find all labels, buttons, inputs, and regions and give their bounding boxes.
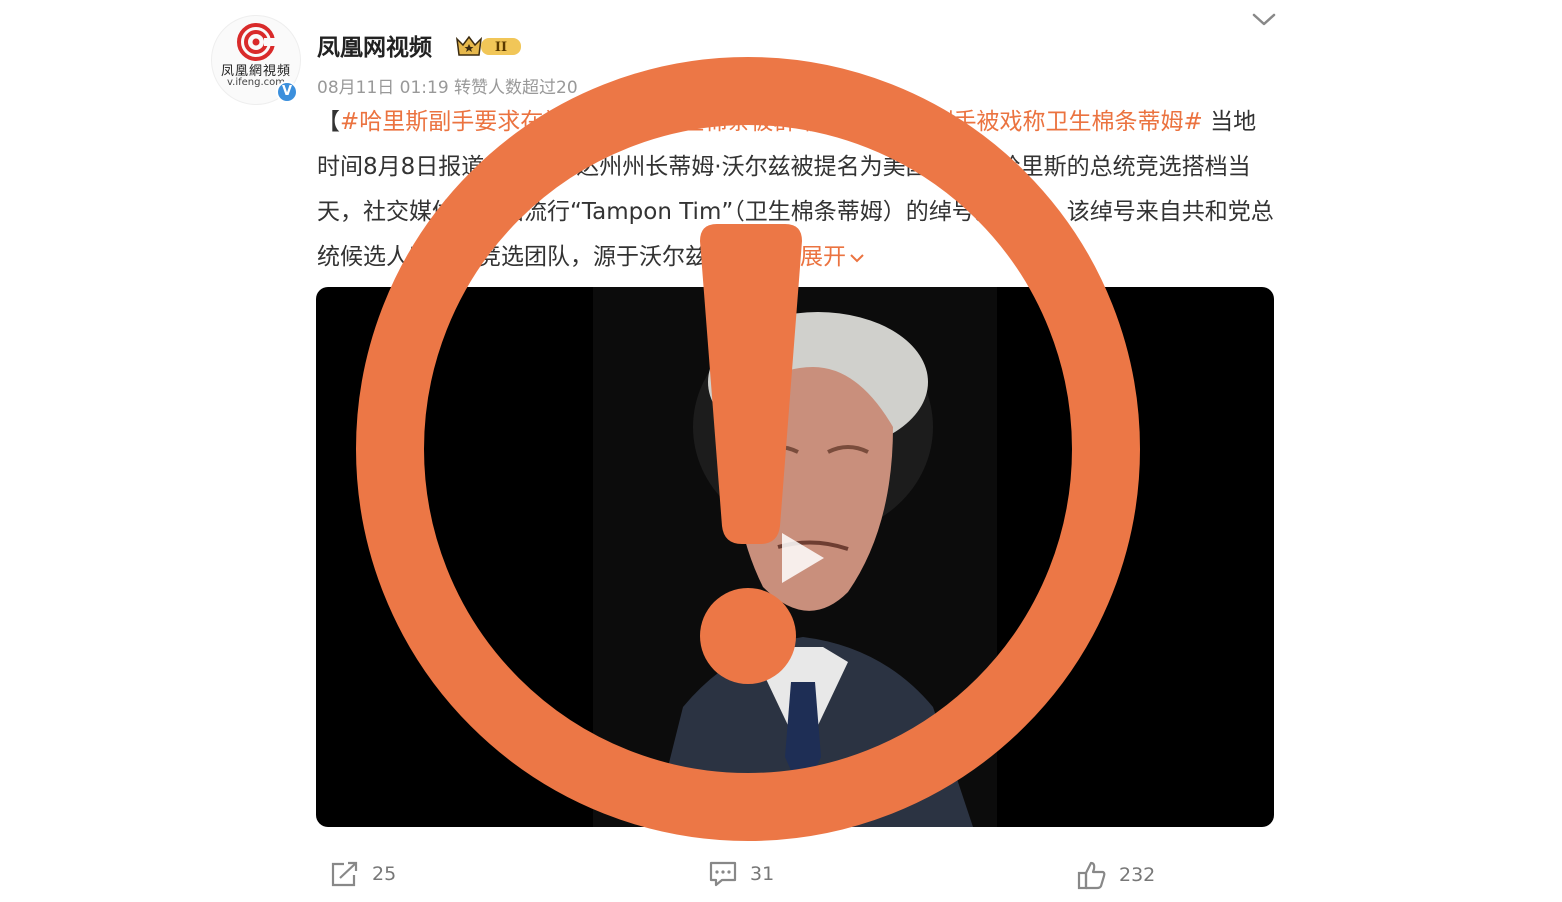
comment-button[interactable]: 31 (708, 860, 774, 888)
post-meta: 08月11日 01:19 转赞人数超过20 (317, 78, 578, 98)
expand-label: 展开 (800, 244, 846, 270)
action-bar: 25 31 232 (0, 850, 1562, 902)
like-icon (1077, 861, 1106, 890)
like-count: 232 (1119, 864, 1156, 886)
bracket-open: 【 (317, 109, 340, 135)
expand-chevron-icon (850, 253, 864, 262)
comment-icon (709, 861, 737, 887)
user-name[interactable]: 凤凰网视频 (317, 28, 432, 62)
topic-tag-1-rest[interactable]: 学校男厕放卫生棉条被群嘲 (543, 109, 819, 135)
vip-badge-icon: II (455, 35, 521, 56)
chevron-down-icon[interactable] (1250, 8, 1278, 30)
topic-tag-2[interactable]: #哈里斯副手被戏称卫生棉条蒂姆# (842, 109, 1203, 135)
repost-count: 25 (372, 863, 397, 885)
post-text: 【#哈里斯副手要求在学校男厕放卫生棉条被群嘲】#哈里斯副手被戏称卫生棉条蒂姆# … (317, 100, 1277, 280)
verified-icon: V (276, 81, 298, 103)
like-button[interactable]: 232 (1077, 860, 1155, 890)
bracket-close: 】 (819, 109, 843, 135)
repost-icon (331, 861, 358, 887)
topic-tag-1[interactable]: #哈里斯副手要求在 (340, 109, 543, 135)
play-icon[interactable] (764, 523, 834, 593)
repost-button[interactable]: 25 (330, 860, 396, 888)
video-player[interactable] (316, 287, 1274, 827)
phoenix-logo-icon (237, 23, 276, 61)
comment-count: 31 (750, 863, 775, 885)
vip-level-text: II (495, 40, 507, 55)
expand-link[interactable]: 展开 (800, 244, 866, 270)
